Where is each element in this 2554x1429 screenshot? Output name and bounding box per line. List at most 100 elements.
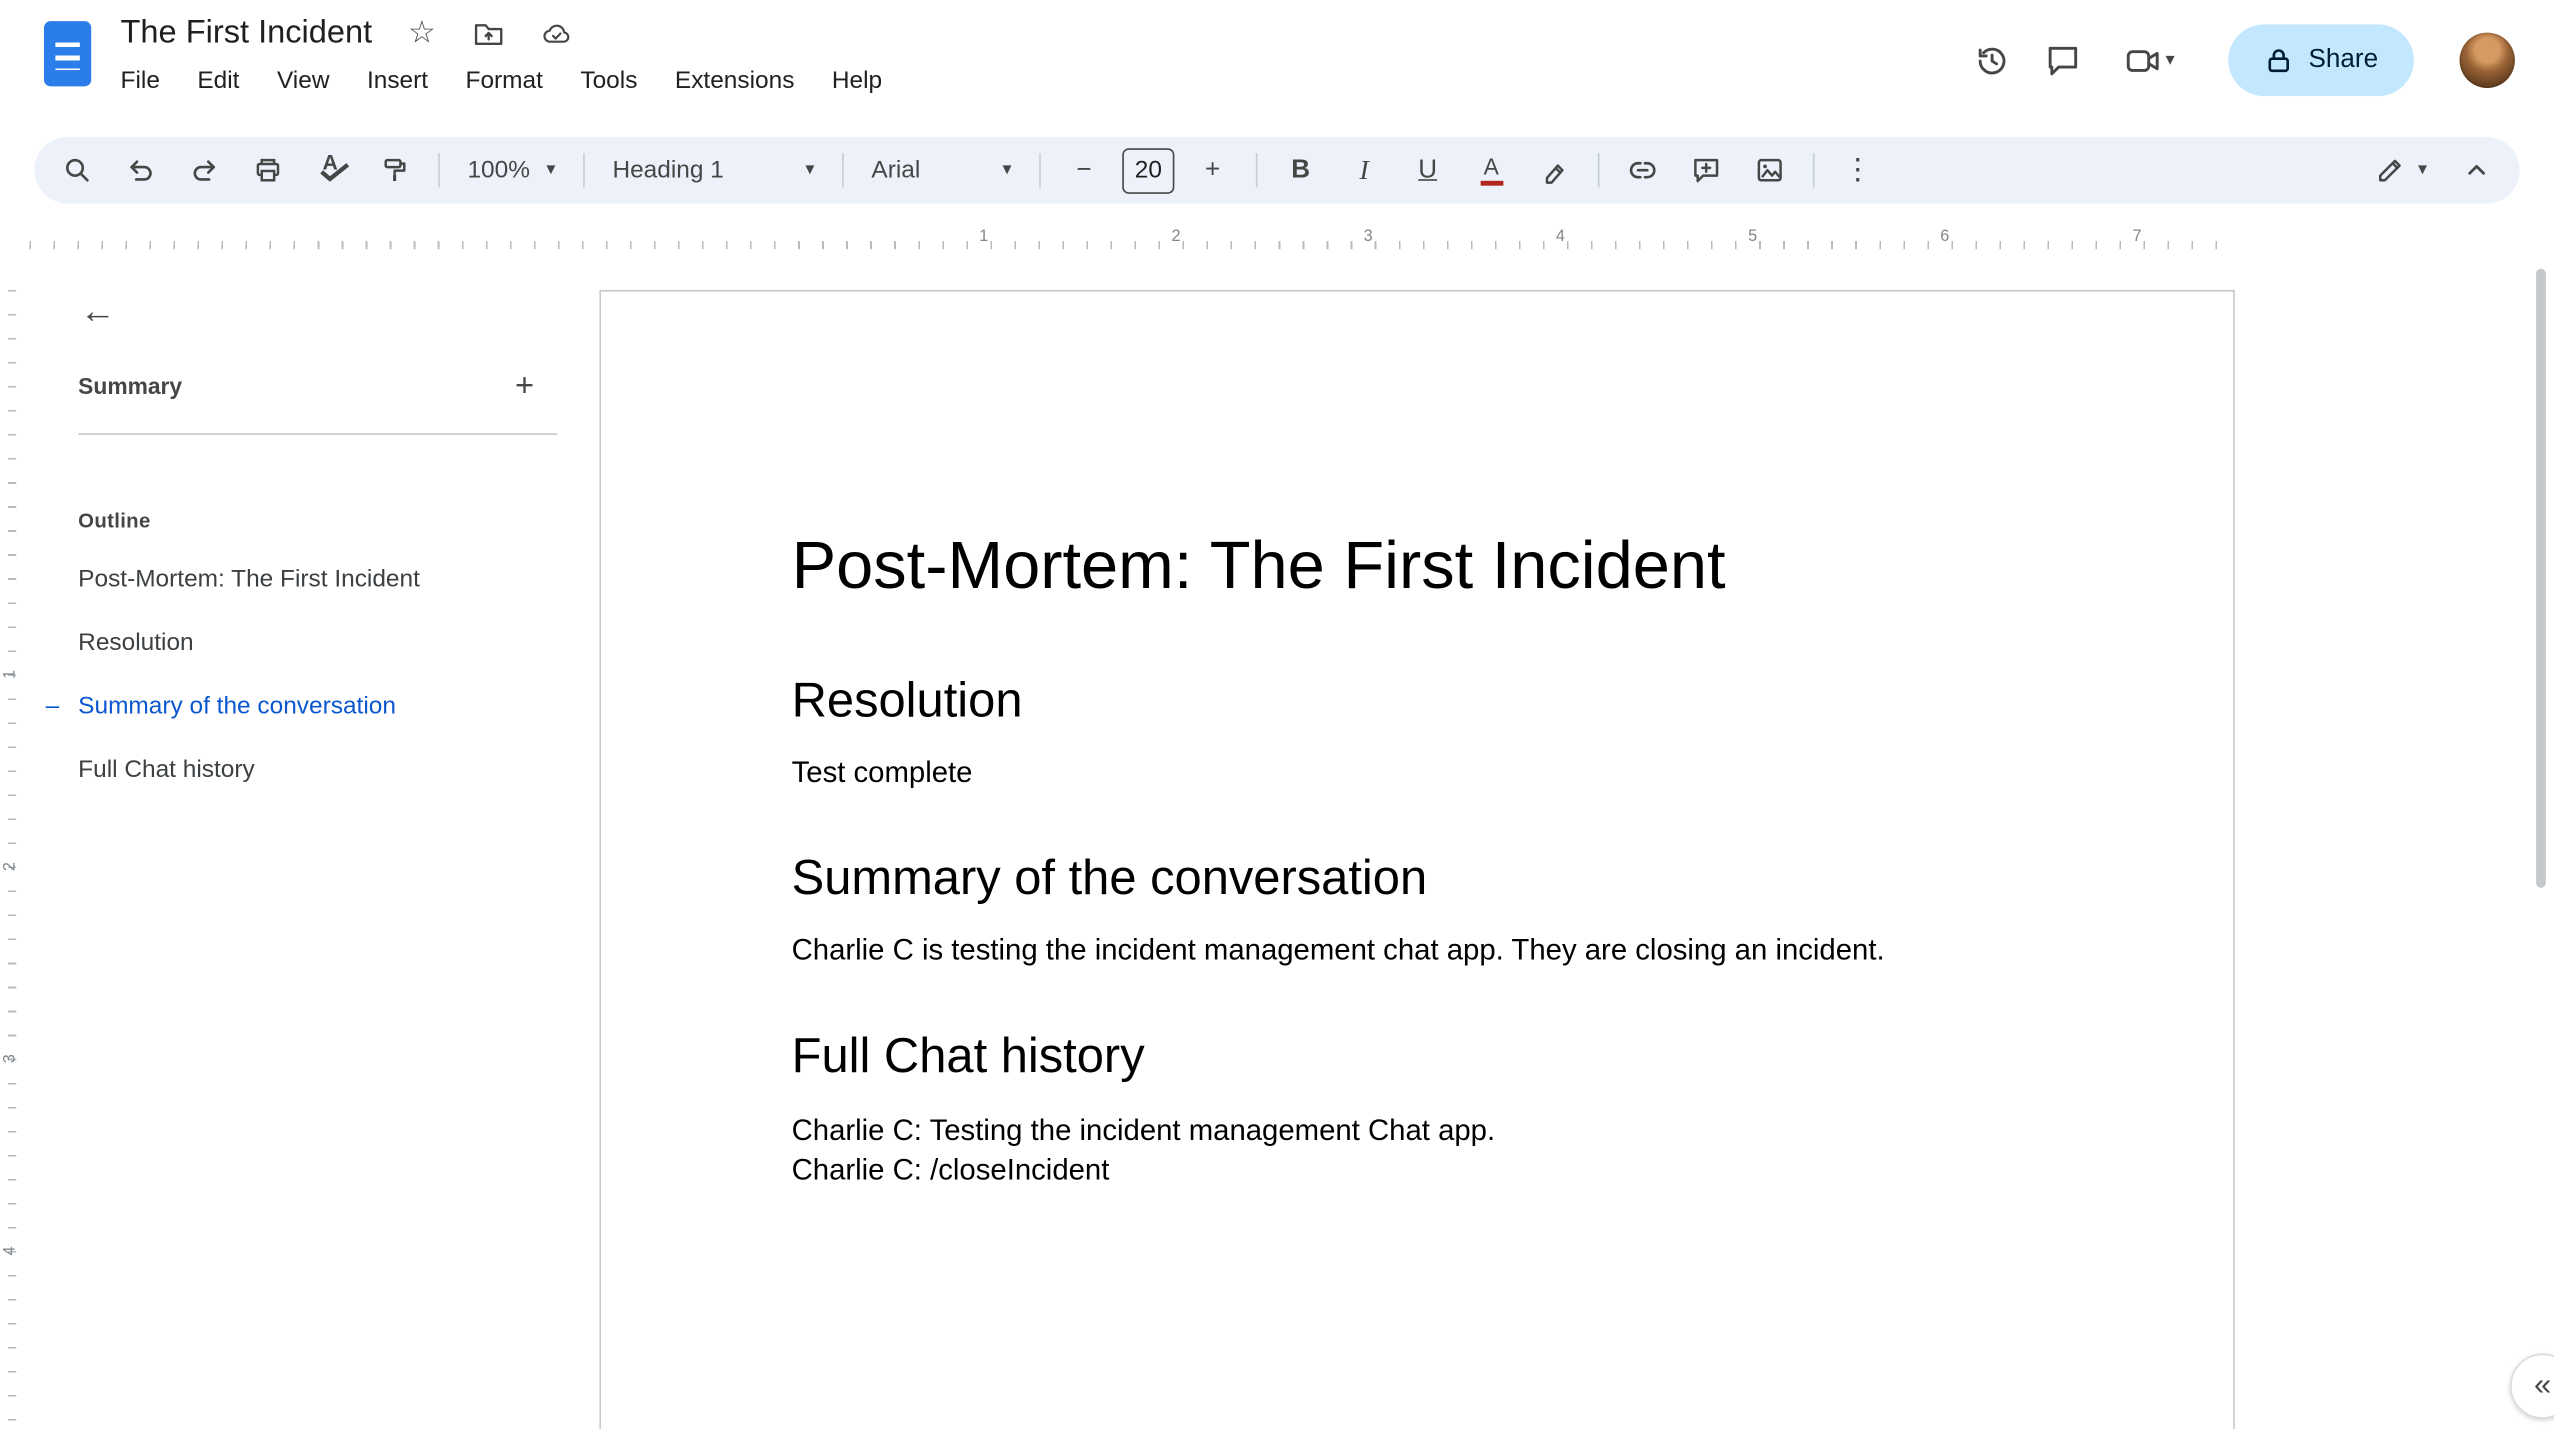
google-docs-app: The First Incident ☆ File Edit View Inse… xyxy=(0,0,2554,1429)
comment-bubble-icon xyxy=(2048,46,2077,75)
search-menus-button[interactable] xyxy=(47,141,107,200)
document-name-input[interactable]: The First Incident xyxy=(121,15,373,52)
title-area: The First Incident ☆ File Edit View Inse… xyxy=(121,15,896,101)
paint-format-button[interactable] xyxy=(365,141,425,200)
italic-button[interactable]: I xyxy=(1334,141,1394,200)
increase-font-size-button[interactable]: + xyxy=(1183,141,1243,200)
outline-item-full-chat-history[interactable]: Full Chat history xyxy=(33,738,557,802)
redo-icon xyxy=(193,160,216,181)
ruler-number: 2 xyxy=(1,862,20,872)
editing-mode-button[interactable]: ▾ xyxy=(2359,141,2443,200)
spellcheck-icon: A xyxy=(316,151,350,186)
ruler-number: 3 xyxy=(1363,228,1373,246)
doc-paragraph[interactable]: Charlie C: Testing the incident manageme… xyxy=(792,1111,2136,1189)
add-comment-icon xyxy=(1694,158,1719,183)
menu-view[interactable]: View xyxy=(264,60,343,101)
ruler-number: 7 xyxy=(2132,228,2142,246)
comments-button[interactable] xyxy=(2027,24,2099,96)
spellcheck-button[interactable]: A xyxy=(301,141,361,200)
redo-button[interactable] xyxy=(174,141,234,200)
join-call-button[interactable]: ▾ xyxy=(2098,24,2199,96)
doc-heading-resolution[interactable]: Resolution xyxy=(792,673,2136,732)
menu-extensions[interactable]: Extensions xyxy=(662,60,808,101)
ruler-number: 2 xyxy=(1171,228,1181,246)
ruler-number: 1 xyxy=(1,669,20,679)
outline-item-resolution[interactable]: Resolution xyxy=(33,611,557,675)
summary-divider xyxy=(78,433,558,435)
font-size-input[interactable]: 20 xyxy=(1122,147,1175,194)
toolbar-divider xyxy=(842,153,844,188)
document-content: Post-Mortem: The First Incident Resoluti… xyxy=(601,292,2233,1189)
link-icon xyxy=(1629,161,1656,179)
underline-button[interactable]: U xyxy=(1398,141,1458,200)
ruler-number: 5 xyxy=(1748,228,1758,246)
more-toolbar-options-button[interactable]: ⋮ xyxy=(1828,141,1888,200)
doc-paragraph[interactable]: Test complete xyxy=(792,754,2136,791)
decrease-font-size-button[interactable]: − xyxy=(1054,141,1114,200)
add-summary-button[interactable]: + xyxy=(502,363,548,409)
chevron-down-icon: ▾ xyxy=(2417,159,2427,180)
cloud-status-icon[interactable] xyxy=(540,17,573,50)
undo-button[interactable] xyxy=(111,141,171,200)
paint-roller-icon xyxy=(384,158,406,182)
font-select[interactable]: Arial ▾ xyxy=(857,146,1026,195)
add-comment-button[interactable] xyxy=(1676,141,1736,200)
chevron-down-icon: ▾ xyxy=(805,159,815,180)
menu-edit[interactable]: Edit xyxy=(184,60,252,101)
doc-heading-title[interactable]: Post-Mortem: The First Incident xyxy=(792,526,2136,604)
more-vertical-icon: ⋮ xyxy=(1843,153,1873,186)
undo-icon xyxy=(130,160,152,181)
paragraph-style-select[interactable]: Heading 1 ▾ xyxy=(598,146,829,195)
ruler-number: 4 xyxy=(1555,228,1565,246)
toolbar-divider xyxy=(583,153,585,188)
highlight-color-button[interactable] xyxy=(1525,141,1585,200)
version-history-button[interactable] xyxy=(1955,24,2027,96)
menu-tools[interactable]: Tools xyxy=(567,60,650,101)
insert-link-button[interactable] xyxy=(1613,141,1673,200)
outline-panel: ← Summary + Outline Post-Mortem: The Fir… xyxy=(33,264,558,802)
menu-file[interactable]: File xyxy=(108,60,173,101)
share-label: Share xyxy=(2308,45,2379,74)
star-icon[interactable]: ☆ xyxy=(408,18,436,49)
ruler-number: 6 xyxy=(1940,228,1950,246)
vertical-scrollbar[interactable] xyxy=(2536,268,2546,888)
text-color-button[interactable]: A xyxy=(1461,141,1521,200)
menu-bar: File Edit View Insert Format Tools Exten… xyxy=(108,60,896,101)
history-icon xyxy=(1978,46,2006,74)
avatar[interactable] xyxy=(2459,32,2515,88)
text-color-icon: A xyxy=(1479,155,1503,186)
print-icon xyxy=(256,158,280,182)
toolbar-divider xyxy=(1255,153,1258,188)
lock-icon xyxy=(2268,49,2290,73)
close-outline-button[interactable]: ← xyxy=(65,279,130,344)
move-folder-icon[interactable] xyxy=(472,17,505,50)
print-button[interactable] xyxy=(238,141,298,200)
menu-help[interactable]: Help xyxy=(819,60,895,101)
doc-heading-chat-history[interactable]: Full Chat history xyxy=(792,1028,2136,1087)
summary-label: Summary xyxy=(78,373,183,400)
menu-format[interactable]: Format xyxy=(452,60,555,101)
doc-heading-summary[interactable]: Summary of the conversation xyxy=(792,850,2136,909)
ruler-number: 3 xyxy=(1,1054,20,1064)
toolbar-divider xyxy=(1039,153,1041,188)
zoom-select[interactable]: 100% ▾ xyxy=(453,146,570,195)
outline-item-summary-of-conversation[interactable]: – Summary of the conversation xyxy=(33,674,557,738)
bold-button[interactable]: B xyxy=(1270,141,1330,200)
vertical-ruler[interactable]: 1 2 3 4 xyxy=(0,257,30,1429)
side-panel-collapse-button[interactable]: « xyxy=(2510,1353,2554,1419)
horizontal-ruler[interactable]: 1 2 3 4 5 6 7 xyxy=(0,223,2554,470)
share-button[interactable]: Share xyxy=(2228,24,2414,97)
ruler-ticks xyxy=(29,241,2234,250)
outline-item-post-mortem[interactable]: Post-Mortem: The First Incident xyxy=(33,547,557,611)
ruler-number: 1 xyxy=(979,228,989,246)
pencil-icon xyxy=(2379,159,2402,182)
outline-label: Outline xyxy=(78,509,151,533)
doc-paragraph[interactable]: Charlie C is testing the incident manage… xyxy=(792,932,2136,969)
active-item-dash: – xyxy=(45,692,60,720)
docs-logo[interactable] xyxy=(43,21,92,87)
menu-insert[interactable]: Insert xyxy=(354,60,441,101)
document-page[interactable]: Post-Mortem: The First Incident Resoluti… xyxy=(599,289,2235,1429)
screen: The First Incident ☆ File Edit View Inse… xyxy=(0,0,2554,1429)
hide-menus-button[interactable] xyxy=(2447,141,2507,200)
insert-image-button[interactable] xyxy=(1740,141,1800,200)
